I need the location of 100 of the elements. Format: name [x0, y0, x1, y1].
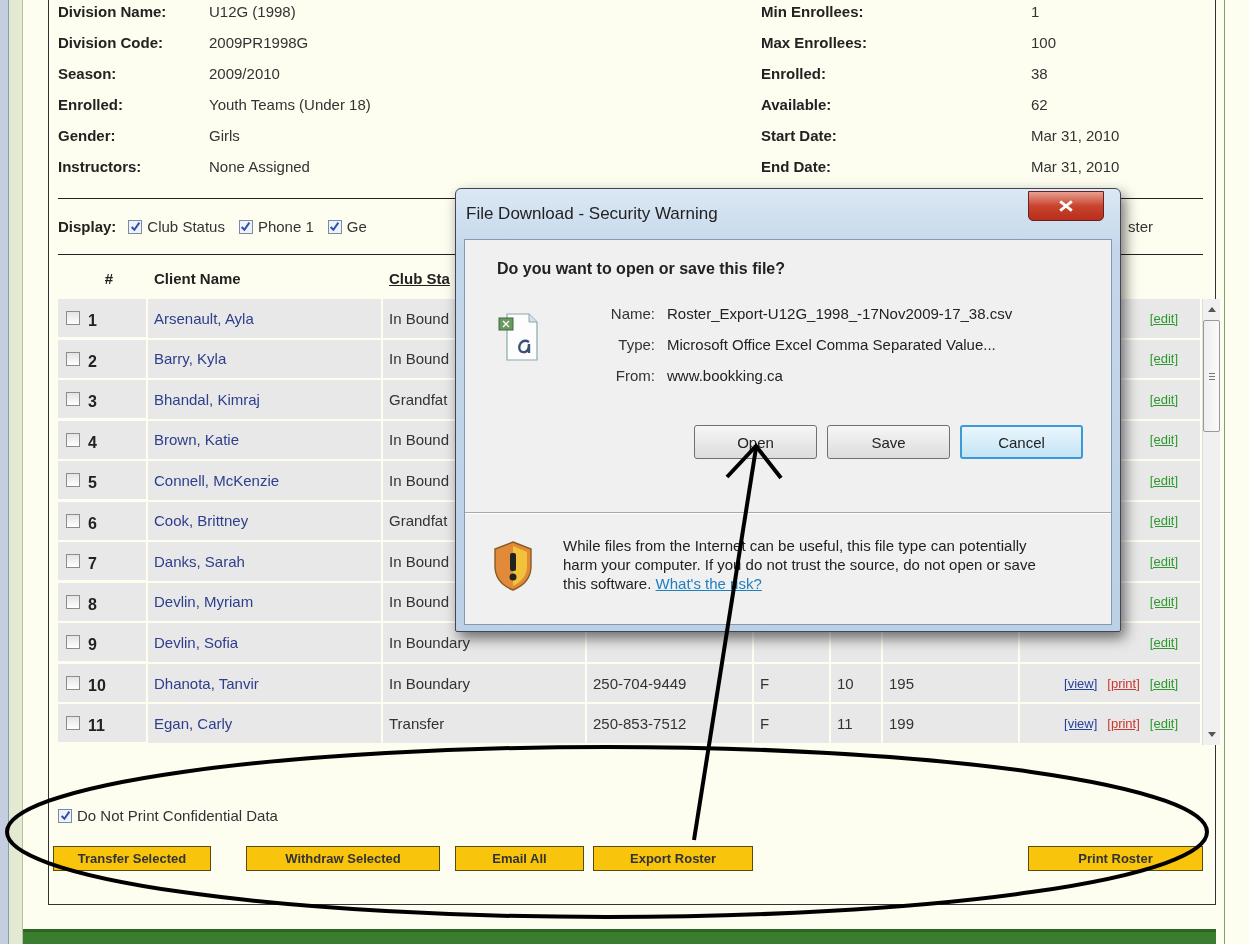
column-header[interactable]: Club Sta [389, 269, 450, 287]
client-name-link[interactable]: Brown, Katie [154, 431, 240, 449]
table-cell: 10 [837, 674, 854, 692]
field-label: Enrolled: [761, 65, 827, 82]
print-link[interactable]: [print] [1107, 675, 1140, 691]
club-status: In Bound [389, 431, 450, 449]
column-header: # [104, 269, 114, 287]
row-checkbox[interactable] [66, 716, 80, 731]
row-checkbox[interactable] [66, 311, 80, 325]
roster-link[interactable]: ster [1128, 218, 1153, 235]
file-info-label: From: [614, 367, 655, 384]
row-number: 5 [88, 474, 97, 493]
checkbox[interactable] [327, 219, 342, 234]
row-checkbox[interactable] [66, 513, 80, 528]
action-button[interactable]: Email All [455, 846, 584, 871]
table-cell: 195 [889, 674, 915, 692]
row-checkbox[interactable] [66, 554, 80, 569]
field-label: Season: [58, 65, 118, 82]
gender: F [760, 715, 770, 733]
row-checkbox[interactable] [66, 594, 80, 609]
action-button[interactable]: Export Roster [593, 846, 753, 871]
field-label: Division Code: [58, 34, 164, 51]
row-checkbox[interactable] [66, 351, 80, 366]
field-label: Enrolled: [58, 96, 124, 113]
field-label: Division Name: [58, 3, 168, 20]
view-link[interactable]: [view] [1064, 716, 1098, 732]
window-title: File Download - Security Warning [466, 204, 718, 224]
field-label: Max Enrollees: [761, 34, 868, 51]
row-number: 6 [88, 514, 97, 533]
field-label: Available: [761, 96, 833, 113]
field-value: Mar 31, 2010 [1031, 158, 1120, 175]
spreadsheet-file-icon [497, 310, 541, 362]
field-value: 1 [1031, 3, 1040, 20]
close-button[interactable] [1028, 191, 1104, 221]
row-number: 10 [88, 676, 106, 695]
club-status: In Bound [389, 309, 450, 327]
club-status: Transfer [389, 715, 445, 733]
file-info-label: Type: [617, 336, 655, 353]
dialog-button[interactable]: Save [827, 425, 950, 459]
file-info-label: Name: [609, 305, 655, 322]
club-status: In Bound [389, 552, 450, 570]
checkbox[interactable] [238, 219, 253, 234]
dialog-button[interactable]: Cancel [960, 425, 1083, 459]
close-icon [1059, 200, 1073, 212]
field-value: 38 [1031, 65, 1048, 82]
warning-shield-icon [493, 540, 533, 592]
scroll-thumb[interactable] [1203, 320, 1220, 432]
phone-number: 250-704-9449 [593, 674, 687, 692]
view-link[interactable]: [view] [1064, 675, 1098, 691]
row-checkbox[interactable] [66, 473, 80, 488]
row-number: 2 [88, 352, 97, 371]
table-cell: 199 [889, 715, 915, 733]
row-checkbox[interactable] [66, 432, 80, 447]
table-cell: 11 [837, 715, 853, 733]
action-button[interactable]: Transfer Selected [53, 846, 211, 871]
club-status: In Boundary [389, 674, 470, 692]
field-value: U12G (1998) [209, 3, 296, 20]
row-number: 9 [88, 636, 97, 655]
client-name-link[interactable]: Barry, Kyla [154, 350, 227, 368]
phone-number: 250-853-7512 [593, 715, 687, 733]
file-info-value: www.bookking.ca [667, 367, 783, 384]
club-status: Grandfat [389, 390, 448, 408]
scroll-down-icon[interactable] [1207, 732, 1216, 737]
checkbox-label: Phone 1 [257, 218, 314, 235]
field-label: Min Enrollees: [761, 3, 865, 20]
client-name-link[interactable]: Egan, Carly [154, 715, 233, 733]
field-label: End Date: [761, 158, 832, 175]
field-value: 2009PR1998G [209, 34, 309, 51]
scroll-up-icon[interactable] [1207, 307, 1216, 312]
row-checkbox[interactable] [66, 392, 80, 407]
field-value: None Assigned [209, 158, 310, 175]
field-label: Start Date: [761, 127, 838, 144]
action-button[interactable]: Print Roster [1028, 846, 1203, 871]
client-name-link[interactable]: Devlin, Myriam [154, 593, 254, 611]
scrollbar[interactable] [1202, 299, 1220, 745]
checkbox-label: Ge [346, 218, 367, 235]
action-button[interactable]: Withdraw Selected [246, 846, 440, 871]
field-value: Mar 31, 2010 [1031, 127, 1120, 144]
field-value: 100 [1031, 34, 1057, 51]
client-name-link[interactable]: Arsenault, Ayla [154, 309, 254, 327]
gender: F [760, 674, 770, 692]
print-link[interactable]: [print] [1107, 716, 1140, 732]
field-value: 62 [1031, 96, 1048, 113]
club-status: In Bound [389, 593, 450, 611]
client-name-link[interactable]: Devlin, Sofia [154, 634, 239, 651]
checkbox-label: Club Status [147, 218, 225, 235]
row-number: 3 [88, 393, 97, 412]
club-status: In Bound [389, 350, 450, 368]
checkbox[interactable] [128, 219, 143, 234]
row-checkbox[interactable] [66, 675, 80, 690]
display-label: Display: [58, 218, 117, 235]
client-name-link[interactable]: Danks, Sarah [154, 552, 245, 570]
checkbox[interactable] [58, 808, 72, 823]
row-checkbox[interactable] [66, 635, 80, 650]
row-number: 4 [88, 433, 97, 452]
club-status: In Bound [389, 471, 450, 489]
client-name-link[interactable]: Cook, Brittney [154, 512, 249, 530]
field-label: Instructors: [58, 158, 143, 175]
dialog-question: Do you want to open or save this file? [497, 260, 787, 278]
checkbox-label: Do Not Print Confidential Data [77, 807, 278, 824]
